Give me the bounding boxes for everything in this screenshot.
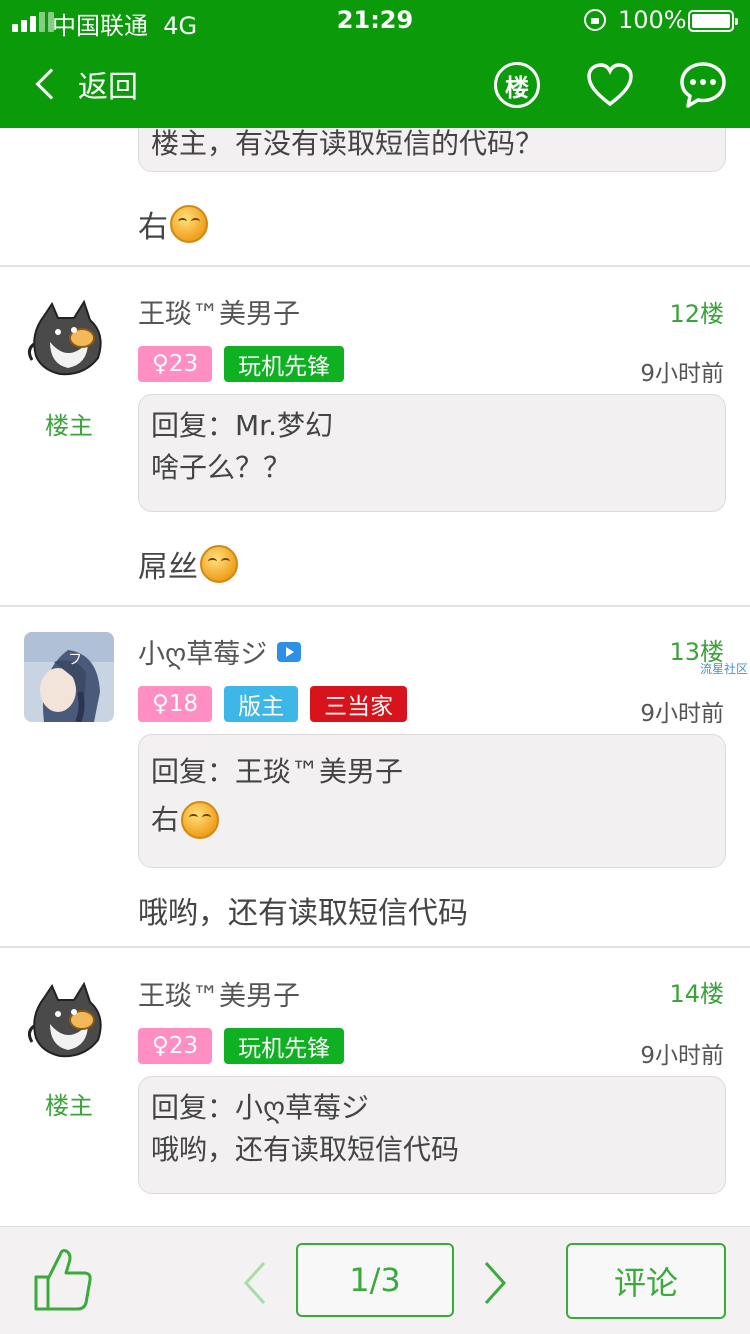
avatar[interactable]	[24, 976, 114, 1066]
post-text: 右	[138, 202, 208, 246]
moderator-badge: 版主	[224, 686, 299, 722]
quote-line: 哦哟，还有读取短信代码	[151, 1133, 460, 1166]
smile-emoji-icon	[200, 545, 238, 583]
quote-line-row: 右	[151, 799, 713, 841]
badge-row: ♀23 玩机先锋	[138, 1028, 345, 1064]
quote-box[interactable]: 回复：小ღ草莓ジ 哦哟，还有读取短信代码	[138, 1076, 726, 1194]
rank-badge: 三当家	[310, 686, 408, 722]
owner-label: 楼主	[45, 1092, 93, 1120]
username-text[interactable]: 王琰™美男子	[138, 292, 300, 331]
chat-bubble-icon	[680, 62, 726, 108]
quote-text: 楼主，有没有读取短信的代码？	[151, 127, 544, 160]
chevron-right-icon	[484, 1261, 507, 1305]
rotation-lock-icon	[584, 9, 606, 31]
status-bar: 中国联通 4G 21:29 100%	[0, 0, 750, 42]
favorite-button[interactable]	[586, 62, 634, 108]
username[interactable]: 王琰™美男子	[138, 974, 300, 1013]
wolf-avatar-icon	[24, 294, 114, 384]
post-text-label: 屌丝	[138, 550, 198, 585]
heart-icon	[587, 63, 633, 107]
back-button[interactable]: 返回	[30, 60, 138, 108]
gender-age-badge: ♀23	[138, 1028, 213, 1064]
bottom-toolbar: 1/3 评论	[0, 1226, 750, 1334]
username[interactable]: 小ღ草莓ジ	[138, 632, 302, 671]
watermark: 流星社区	[699, 662, 748, 676]
badge-row: ♀23 玩机先锋	[138, 346, 345, 382]
post-item: 楼主 王琰™美男子 14楼 ♀23 玩机先锋 9小时前 回复：小ღ草莓ジ 哦哟，…	[0, 948, 750, 1226]
video-icon	[277, 641, 302, 662]
smile-emoji-icon	[170, 205, 208, 243]
post-text: 哦哟，还有读取短信代码	[138, 888, 468, 932]
owner-only-button[interactable]: 楼	[494, 62, 540, 108]
chevron-left-icon	[243, 1261, 266, 1305]
post-text-label: 哦哟，还有读取短信代码	[138, 896, 468, 931]
quote-line: 啥子么？？	[151, 451, 292, 484]
comment-button[interactable]: 评论	[566, 1243, 726, 1319]
battery-percent: 100%	[618, 6, 687, 34]
gender-age-badge: ♀18	[138, 686, 213, 722]
chevron-left-icon	[35, 68, 67, 100]
post-time: 9小时前	[640, 701, 724, 727]
quote-line: 回复：小ღ草莓ジ	[151, 1091, 370, 1124]
gender-age-badge: ♀23	[138, 346, 213, 382]
avatar[interactable]	[24, 294, 114, 384]
username-text[interactable]: 王琰™美男子	[138, 974, 300, 1013]
thumbs-up-icon	[34, 1249, 92, 1311]
post-time: 9小时前	[640, 361, 724, 387]
post-text: 屌丝	[138, 542, 238, 586]
comment-label: 评论	[613, 1264, 678, 1302]
back-label: 返回	[78, 70, 138, 105]
title-badge: 玩机先锋	[224, 346, 345, 382]
post-text-label: 右	[138, 210, 168, 245]
page-number: 1/3	[349, 1261, 401, 1299]
username[interactable]: 王琰™美男子	[138, 292, 300, 331]
comments-button[interactable]	[678, 60, 728, 110]
like-button[interactable]	[32, 1247, 94, 1313]
title-badge: 玩机先锋	[224, 1028, 345, 1064]
girl-avatar-icon: フ	[24, 632, 114, 722]
post-item: フ 小ღ草莓ジ 13楼 流星社区 ♀18 版主 三当家 9小时前 回复：王琰™美…	[0, 606, 750, 946]
next-page-button[interactable]	[480, 1261, 510, 1305]
top-navigation-bar: 中国联通 4G 21:29 100% 返回 楼	[0, 0, 750, 128]
battery-icon	[688, 10, 738, 32]
quote-box[interactable]: 回复：王琰™美男子 右	[138, 734, 726, 868]
smile-emoji-icon	[181, 801, 220, 839]
quote-line: 回复：Mr.梦幻	[151, 409, 334, 442]
previous-page-button[interactable]	[240, 1261, 270, 1305]
owner-only-label: 楼	[505, 73, 529, 102]
post-time: 9小时前	[640, 1043, 724, 1069]
floor-number: 14楼	[669, 980, 724, 1008]
username-text[interactable]: 小ღ草莓ジ	[138, 632, 267, 671]
badge-row: ♀18 版主 三当家	[138, 686, 408, 722]
svg-text:フ: フ	[68, 652, 82, 668]
owner-label: 楼主	[45, 412, 93, 440]
quote-line: 右	[151, 803, 180, 836]
page-indicator[interactable]: 1/3	[296, 1243, 454, 1317]
quote-line: 回复：王琰™美男子	[151, 755, 404, 788]
floor-number: 12楼	[669, 300, 724, 328]
wolf-avatar-icon	[24, 976, 114, 1066]
quote-box[interactable]: 回复：Mr.梦幻 啥子么？？	[138, 394, 726, 512]
avatar[interactable]: フ	[24, 632, 114, 722]
post-item: 楼主 王琰™美男子 12楼 ♀23 玩机先锋 9小时前 回复：Mr.梦幻 啥子么…	[0, 266, 750, 606]
